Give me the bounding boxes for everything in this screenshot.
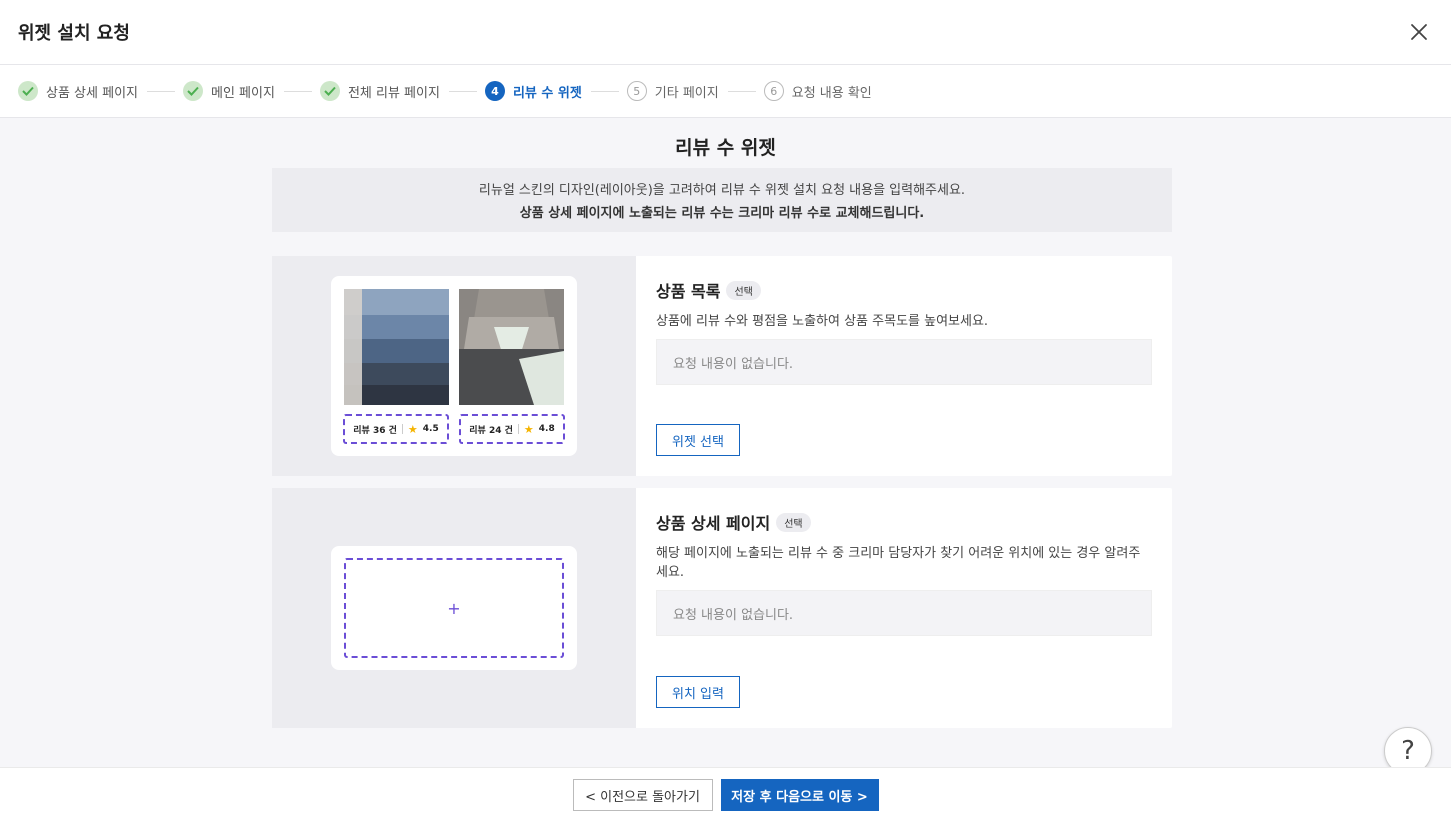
- prev-button[interactable]: < 이전으로 돌아가기: [572, 779, 713, 811]
- check-icon: [319, 81, 340, 101]
- step-number: 4: [484, 81, 505, 101]
- step-label: 상품 상세 페이지: [46, 85, 138, 101]
- review-count: 리뷰 24 건: [469, 425, 513, 436]
- step-connector: [283, 90, 312, 92]
- card-product-detail: + 상품 상세 페이지 선택 해당 페이지에 노출되는 리뷰 수 중 크리마 담…: [272, 488, 1172, 728]
- tshirts-image: [459, 289, 564, 405]
- step-6[interactable]: 6 요청 내용 확인: [763, 81, 872, 101]
- step-connector: [727, 90, 756, 92]
- card-content: 상품 목록 선택 상품에 리뷰 수와 평점을 노출하여 상품 주목도를 높여보세…: [636, 256, 1172, 476]
- step-number: 6: [763, 81, 784, 101]
- page-title: 리뷰 수 위젯: [675, 137, 776, 159]
- card-title: 상품 목록: [656, 282, 721, 301]
- close-icon: [1411, 24, 1427, 40]
- notice-text: 리뉴얼 스킨의 디자인(레이아웃)을 고려하여 리뷰 수 위젯 설치 요청 내용…: [478, 183, 966, 198]
- review-count: 리뷰 36 건: [353, 425, 397, 436]
- question-icon: ?: [1401, 736, 1415, 766]
- step-5[interactable]: 5 기타 페이지: [626, 81, 719, 101]
- step-connector: [590, 90, 619, 92]
- step-label: 전체 리뷰 페이지: [347, 85, 440, 101]
- review-count-tag: 리뷰 24 건 ★ 4.8: [459, 414, 565, 444]
- enter-position-button[interactable]: 위치 입력: [656, 676, 740, 708]
- step-3[interactable]: 전체 리뷰 페이지: [319, 81, 440, 101]
- card-product-list: 리뷰 36 건 ★ 4.5 리뷰 24 건 ★ 4.8 상품 목록 선택 상품에…: [272, 256, 1172, 476]
- rating: 4.8: [538, 424, 555, 434]
- step-number: 5: [626, 81, 647, 101]
- step-label: 리뷰 수 위젯: [512, 85, 582, 101]
- step-label: 메인 페이지: [211, 85, 275, 101]
- card-description: 상품에 리뷰 수와 평점을 노출하여 상품 주목도를 높여보세요.: [656, 314, 989, 329]
- step-connector: [147, 90, 175, 92]
- check-icon: [18, 81, 38, 101]
- step-connector: [448, 90, 477, 92]
- step-2[interactable]: 메인 페이지: [183, 81, 275, 101]
- review-count-tag: 리뷰 36 건 ★ 4.5: [343, 414, 449, 444]
- modal-title: 위젯 설치 요청: [18, 23, 130, 44]
- star-icon: ★: [523, 422, 534, 436]
- plus-icon: +: [447, 598, 461, 618]
- star-icon: ★: [407, 422, 418, 436]
- stepper: 상품 상세 페이지 메인 페이지 전체 리뷰 페이지 4 리뷰 수 위젯 5 기…: [0, 65, 1451, 118]
- jeans-image: [344, 289, 449, 405]
- product-list-preview: 리뷰 36 건 ★ 4.5 리뷰 24 건 ★ 4.8: [331, 276, 577, 456]
- card-preview-area: +: [272, 488, 636, 728]
- optional-badge: 선택: [726, 280, 761, 300]
- notice-emphasis: 상품 상세 페이지에 노출되는 리뷰 수는 크리마 리뷰 수로 교체해드립니다.: [519, 206, 925, 221]
- card-description: 해당 페이지에 노출되는 리뷰 수 중 크리마 담당자가 찾기 어려운 위치에 …: [656, 546, 1141, 580]
- product-detail-preview: +: [331, 546, 577, 670]
- card-content: 상품 상세 페이지 선택 해당 페이지에 노출되는 리뷰 수 중 크리마 담당자…: [636, 488, 1172, 728]
- save-next-button[interactable]: 저장 후 다음으로 이동 >: [720, 779, 879, 811]
- optional-badge: 선택: [776, 512, 811, 532]
- step-label: 기타 페이지: [654, 85, 719, 101]
- notice-box: 리뉴얼 스킨의 디자인(레이아웃)을 고려하여 리뷰 수 위젯 설치 요청 내용…: [272, 168, 1172, 232]
- card-preview-area: 리뷰 36 건 ★ 4.5 리뷰 24 건 ★ 4.8: [272, 256, 636, 476]
- step-label: 요청 내용 확인: [791, 85, 872, 101]
- rating: 4.5: [422, 424, 439, 434]
- modal-footer: < 이전으로 돌아가기 저장 후 다음으로 이동 >: [0, 767, 1451, 822]
- step-1[interactable]: 상품 상세 페이지: [18, 81, 138, 101]
- check-icon: [183, 81, 203, 101]
- close-button[interactable]: [1405, 18, 1433, 46]
- add-position-area[interactable]: +: [344, 558, 564, 658]
- request-content-box: 요청 내용이 없습니다.: [656, 590, 1152, 636]
- step-4[interactable]: 4 리뷰 수 위젯: [484, 81, 582, 101]
- select-widget-button[interactable]: 위젯 선택: [656, 424, 740, 456]
- modal-header: 위젯 설치 요청: [0, 0, 1451, 65]
- request-content-box: 요청 내용이 없습니다.: [656, 339, 1152, 385]
- card-title: 상품 상세 페이지: [656, 514, 771, 533]
